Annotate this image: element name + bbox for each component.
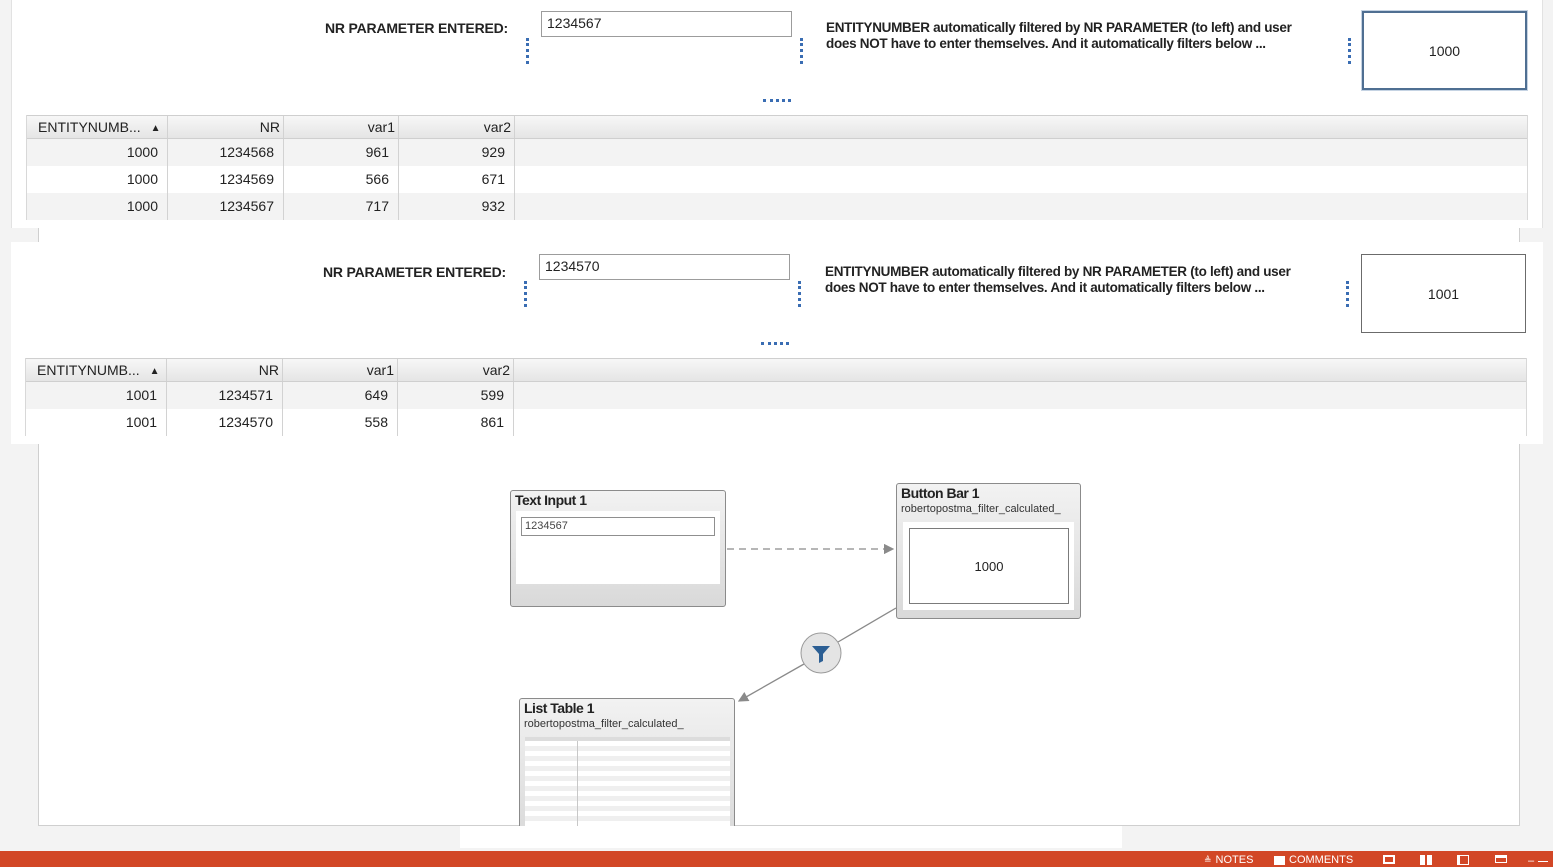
list-table-node-title: List Table 1: [524, 700, 594, 716]
filter-link-line: [837, 607, 897, 643]
notes-button[interactable]: ≜ NOTES: [1204, 854, 1253, 866]
text-input-node-field: 1234567: [521, 517, 715, 536]
notes-icon: ≜: [1204, 854, 1212, 865]
button-bar-node-body: 1000: [903, 522, 1074, 610]
text-input-node[interactable]: Text Input 1 1234567: [510, 490, 726, 607]
comments-label: COMMENTS: [1289, 854, 1354, 866]
button-bar-node-title: Button Bar 1: [901, 485, 980, 501]
zoom-track: [1538, 860, 1549, 862]
button-bar-node-button: 1000: [909, 528, 1069, 604]
text-input-node-body: 1234567: [516, 511, 720, 584]
reading-view-glyph: [1457, 855, 1469, 865]
comments-icon: [1274, 855, 1285, 865]
status-bar: ≜ NOTES COMMENTS –: [0, 851, 1553, 867]
zoom-minus-icon: –: [1528, 855, 1535, 867]
filter-link-arrow: [737, 663, 805, 702]
normal-view-icon[interactable]: [1383, 855, 1395, 864]
zoom-slider[interactable]: –: [1528, 855, 1549, 867]
slide-sorter-icon[interactable]: [1420, 855, 1433, 865]
normal-view-glyph: [1383, 855, 1395, 864]
slideshow-icon[interactable]: [1495, 855, 1507, 863]
slideshow-glyph: [1495, 855, 1507, 863]
button-bar-node-datasource: robertopostma_filter_calculated_: [901, 503, 1061, 515]
interaction-connectors: [727, 543, 897, 702]
notes-label: NOTES: [1215, 854, 1254, 866]
preview-column-divider: [577, 741, 578, 833]
presentation-window: NR PARAMETER ENTERED: 1234567 ENTITYNUMB…: [0, 0, 1553, 867]
button-bar-node[interactable]: Button Bar 1 robertopostma_filter_calcul…: [896, 483, 1081, 619]
filter-icon[interactable]: [800, 632, 842, 674]
reading-view-icon[interactable]: [1457, 855, 1469, 865]
slide-strip: [460, 826, 1122, 848]
comments-button[interactable]: COMMENTS: [1274, 854, 1353, 866]
list-table-node[interactable]: List Table 1 robertopostma_filter_calcul…: [519, 698, 735, 841]
slide-sorter-glyph: [1420, 855, 1433, 865]
list-table-node-preview: [525, 737, 730, 833]
list-table-node-datasource: robertopostma_filter_calculated_: [524, 718, 684, 730]
text-input-node-title: Text Input 1: [515, 492, 587, 508]
